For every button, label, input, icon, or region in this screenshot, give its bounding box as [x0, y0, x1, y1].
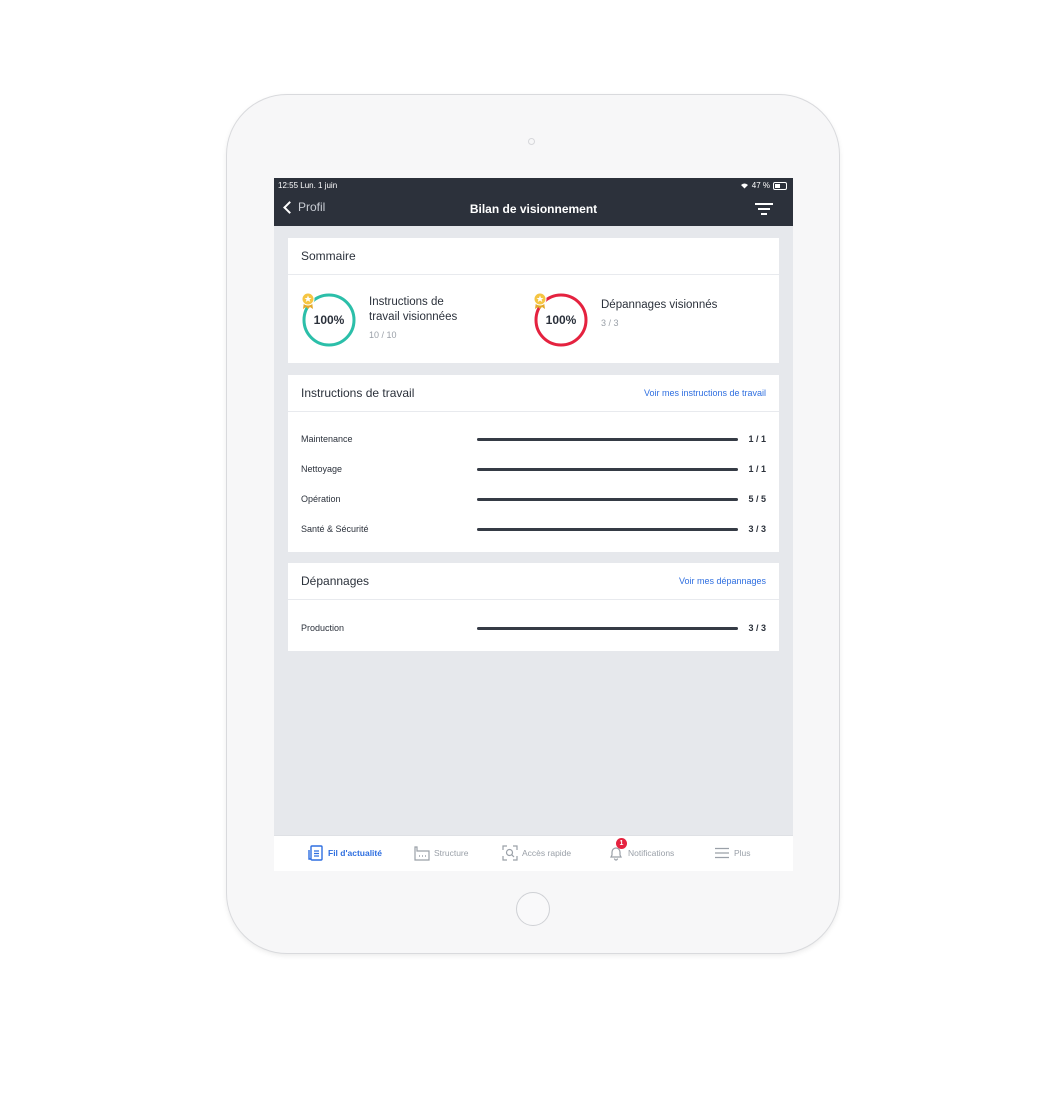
progress-bar	[477, 527, 738, 531]
summary-count: 10 / 10	[369, 330, 397, 340]
instructions-header: Instructions de travail Voir mes instruc…	[288, 375, 779, 412]
row-label: Production	[301, 623, 345, 633]
row-label: Santé & Sécurité	[301, 524, 369, 534]
tab-label: Plus	[734, 848, 751, 858]
summary-label-line1: Instructions de	[369, 296, 444, 308]
progress-row[interactable]: Production 3 / 3	[301, 621, 766, 635]
tab-label: Notifications	[628, 848, 675, 858]
notification-badge: 1	[616, 838, 627, 849]
tab-structure[interactable]: Structure	[414, 845, 469, 861]
progress-ring: 100%	[533, 292, 589, 348]
instructions-title: Instructions de travail	[301, 386, 415, 400]
app-screen: 12:55 Lun. 1 juin 47 % Profil Bilan de v…	[274, 178, 793, 871]
row-count: 1 / 1	[748, 434, 766, 444]
status-indicators: 47 %	[740, 181, 787, 190]
summary-text: Instructions de travail visionnées 10 / …	[369, 295, 457, 340]
summary-label-line1: Dépannages visionnés	[601, 299, 718, 311]
progress-bar	[477, 497, 738, 501]
progress-row[interactable]: Opération 5 / 5	[301, 492, 766, 506]
row-count: 1 / 1	[748, 464, 766, 474]
home-button[interactable]	[516, 892, 550, 926]
summary-card: Sommaire 100% Instructions de travail vi…	[288, 238, 779, 363]
progress-row[interactable]: Santé & Sécurité 3 / 3	[301, 522, 766, 536]
row-count: 3 / 3	[748, 623, 766, 633]
summary-header: Sommaire	[288, 238, 779, 275]
progress-bar	[477, 437, 738, 441]
navigation-bar: 12:55 Lun. 1 juin 47 % Profil Bilan de v…	[274, 178, 793, 226]
medal-icon	[301, 292, 315, 309]
progress-bar	[477, 467, 738, 471]
news-feed-icon	[308, 845, 323, 861]
row-label: Opération	[301, 494, 341, 504]
progress-bar	[477, 626, 738, 630]
summary-item-instructions: 100% Instructions de travail visionnées …	[301, 292, 457, 348]
battery-icon	[773, 181, 787, 190]
battery-percent: 47 %	[751, 181, 770, 190]
bell-icon-wrapper: 1	[608, 838, 627, 861]
summary-text: Dépannages visionnés 3 / 3	[601, 298, 717, 328]
troubleshooting-title: Dépannages	[301, 574, 370, 588]
tab-news-feed[interactable]: Fil d'actualité	[308, 845, 382, 861]
instructions-card: Instructions de travail Voir mes instruc…	[288, 375, 779, 552]
scan-icon	[502, 845, 518, 861]
view-instructions-link[interactable]: Voir mes instructions de travail	[644, 388, 766, 398]
progress-row[interactable]: Nettoyage 1 / 1	[301, 462, 766, 476]
tab-label: Accès rapide	[522, 848, 572, 858]
row-count: 3 / 3	[748, 524, 766, 534]
wifi-icon	[740, 183, 748, 189]
page-title: Bilan de visionnement	[469, 202, 598, 216]
troubleshooting-card: Dépannages Voir mes dépannages Productio…	[288, 563, 779, 651]
medal-icon	[533, 292, 547, 309]
row-label: Nettoyage	[301, 464, 343, 474]
factory-icon	[414, 846, 430, 861]
tab-more[interactable]: Plus	[714, 845, 751, 861]
tab-notifications[interactable]: 1 Notifications	[608, 838, 675, 861]
row-label: Maintenance	[301, 434, 353, 444]
menu-icon	[715, 847, 729, 859]
tab-quick-access[interactable]: Accès rapide	[502, 845, 571, 861]
tab-bar: Fil d'actualité Structure Accès rapide 1…	[274, 835, 793, 871]
view-troubleshooting-link[interactable]: Voir mes dépannages	[679, 576, 766, 586]
tab-label: Fil d'actualité	[328, 848, 382, 858]
summary-item-troubleshooting: 100% Dépannages visionnés 3 / 3	[533, 292, 717, 348]
troubleshooting-header: Dépannages Voir mes dépannages	[288, 563, 779, 600]
filter-icon[interactable]	[755, 202, 773, 216]
row-count: 5 / 5	[748, 494, 766, 504]
summary-title: Sommaire	[301, 249, 356, 263]
tab-label: Structure	[434, 848, 469, 858]
camera-icon	[528, 138, 535, 145]
progress-ring: 100%	[301, 292, 357, 348]
status-time: 12:55 Lun. 1 juin	[278, 181, 338, 190]
summary-count: 3 / 3	[601, 318, 619, 328]
summary-label-line2: travail visionnées	[369, 311, 458, 323]
progress-row[interactable]: Maintenance 1 / 1	[301, 432, 766, 446]
